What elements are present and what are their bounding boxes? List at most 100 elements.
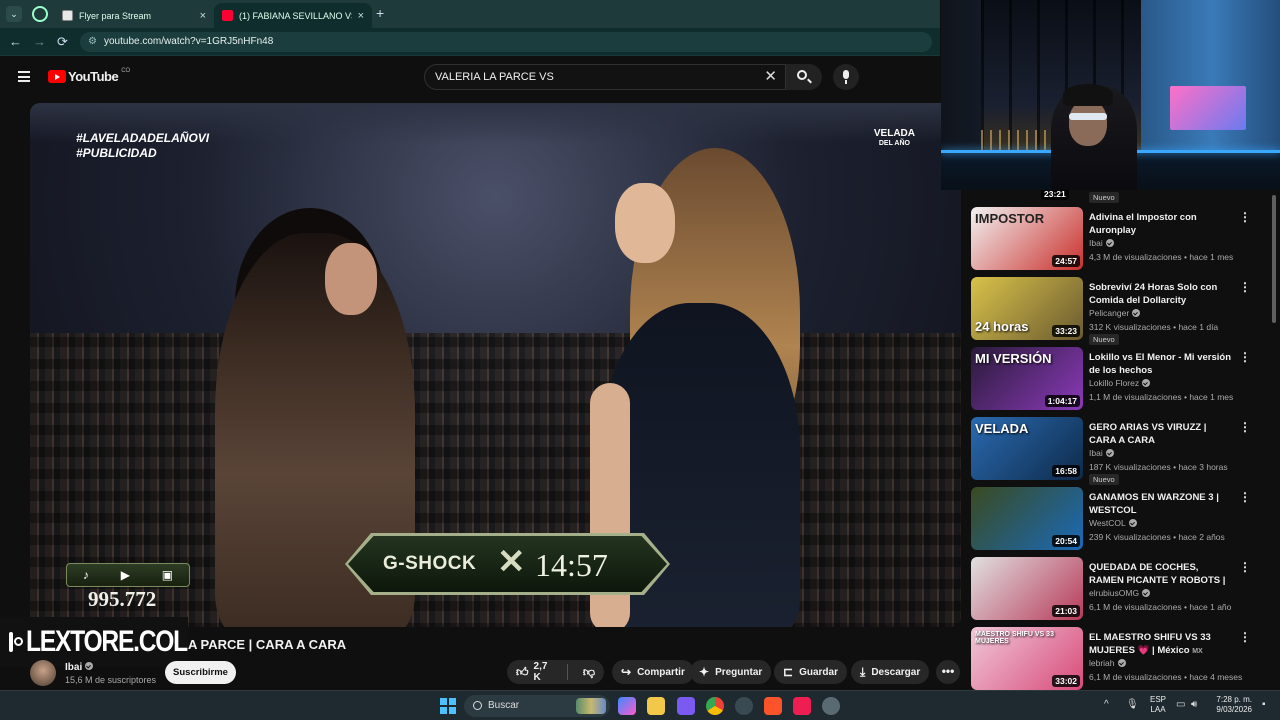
tab-flyer-para-stream[interactable]: Flyer para Stream ×: [54, 3, 214, 28]
tiktok-app-icon[interactable]: [793, 697, 811, 715]
tab-close-icon[interactable]: ×: [358, 10, 364, 22]
url-bar[interactable]: ⚙ youtube.com/watch?v=1GRJ5nHFn48: [80, 32, 932, 52]
search-button[interactable]: [786, 64, 822, 90]
list-item[interactable]: 24 horas 33:23 Sobreviví 24 Horas Solo con…: [971, 277, 1271, 345]
list-item[interactable]: 20:54 GANAMOS EN WARZONE 3 | WESTCOL WestC…: [971, 487, 1271, 553]
more-options-icon[interactable]: ⋮: [1239, 211, 1251, 225]
network-icon[interactable]: ▭: [1176, 699, 1185, 710]
thumbnail-text: MAESTRO SHIFU VS 33 MUJERES: [975, 631, 1054, 645]
channel-name[interactable]: Ibai: [1089, 448, 1114, 458]
sidebar-scrollbar[interactable]: [1272, 195, 1276, 323]
video-title[interactable]: Adivina el Impostor con Auronplay: [1089, 211, 1231, 237]
channel-name[interactable]: WestCOL: [1089, 518, 1137, 528]
ask-button[interactable]: ✦ Preguntar: [690, 660, 772, 684]
channel-name[interactable]: Ibai: [1089, 238, 1114, 248]
tab-youtube-active[interactable]: (1) FABIANA SEVILLANO VS LA ×: [214, 3, 372, 28]
verified-icon: [1117, 659, 1126, 667]
video-title[interactable]: QUEDADA DE COCHES, RAMEN PICANTE Y ROBOT…: [1089, 561, 1231, 587]
video-thumbnail[interactable]: VELADA 16:58: [971, 417, 1083, 480]
video-title[interactable]: GANAMOS EN WARZONE 3 | WESTCOL: [1089, 491, 1231, 517]
list-item[interactable]: VELADA 16:58 GERO ARIAS VS VIRUZZ | CARA A…: [971, 417, 1271, 485]
subscribe-button[interactable]: Suscribirme: [165, 661, 236, 684]
search-input[interactable]: VALERIA LA PARCE VS ✕: [424, 64, 786, 90]
partial-item-top[interactable]: 23:21 Nuevo: [971, 190, 1271, 204]
video-title[interactable]: GERO ARIAS VS VIRUZZ | CARA A CARA: [1089, 421, 1231, 447]
video-thumbnail[interactable]: 24 horas 33:23: [971, 277, 1083, 340]
video-meta: 4,3 M de visualizaciones • hace 1 mes: [1089, 252, 1234, 262]
chrome-icon[interactable]: [706, 697, 724, 715]
video-thumbnail[interactable]: MI VERSIÓN 1:04:17: [971, 347, 1083, 410]
view-count: 187 K visualizaciones: [1089, 462, 1171, 472]
video-thumbnail[interactable]: MAESTRO SHIFU VS 33 MUJERES 33:02: [971, 627, 1083, 690]
streamer-webcam: [941, 0, 1280, 190]
streamer-glasses: [1069, 113, 1107, 120]
save-button[interactable]: ⊏ Guardar: [774, 660, 847, 684]
more-options-icon[interactable]: ⋮: [1239, 491, 1251, 505]
start-button[interactable]: [440, 698, 456, 714]
menu-icon[interactable]: [18, 71, 30, 82]
notion-app-icon[interactable]: [677, 697, 695, 715]
microphone-icon[interactable]: 🎙︎: [1126, 699, 1139, 710]
download-button[interactable]: ⤓ Descargar: [851, 660, 930, 684]
view-count: 239 K visualizaciones: [1089, 532, 1171, 542]
share-button[interactable]: ↪ Compartir: [612, 660, 694, 684]
more-options-icon[interactable]: ⋮: [1239, 421, 1251, 435]
clock[interactable]: 7:28 p. m. 9/03/2026: [1212, 695, 1252, 715]
video-title[interactable]: EL MAESTRO SHIFU VS 33 MUJERES 💗 | Méxic…: [1089, 631, 1231, 657]
copilot-icon[interactable]: [618, 697, 636, 715]
channel-name[interactable]: Pelicanger: [1089, 308, 1141, 318]
video-player[interactable]: #LAVELADADELAÑOVI #PUBLICIDAD VELADA DEL…: [30, 103, 961, 627]
view-count: 312 K visualizaciones: [1089, 322, 1171, 332]
video-title[interactable]: Lokillo vs El Menor - Mi versión de los …: [1089, 351, 1231, 377]
language-indicator[interactable]: ESP LAA: [1150, 695, 1166, 715]
obs-icon[interactable]: [735, 697, 753, 715]
new-tab-button[interactable]: +: [376, 5, 384, 21]
back-icon[interactable]: ←: [9, 34, 22, 49]
video-title[interactable]: Sobreviví 24 Horas Solo con Comida del D…: [1089, 281, 1231, 307]
list-item[interactable]: MI VERSIÓN 1:04:17 Lokillo vs El Menor - M…: [971, 347, 1271, 413]
tab-search-dropdown-icon[interactable]: ⌄: [6, 6, 22, 22]
youtube-favicon-icon: [222, 10, 233, 21]
more-options-icon[interactable]: ⋮: [1239, 631, 1251, 645]
whatsapp-pinned-tab-icon[interactable]: [32, 6, 48, 22]
list-item[interactable]: 21:03 QUEDADA DE COCHES, RAMEN PICANTE Y …: [971, 557, 1271, 623]
like-button[interactable]: 👍︎ 2,7 K: [507, 660, 561, 684]
site-info-icon[interactable]: ⚙: [88, 32, 97, 52]
list-item[interactable]: IMPOSTOR 24:57 Adivina el Impostor con Aur…: [971, 207, 1271, 273]
channel-name[interactable]: elrubiusOMG: [1089, 588, 1151, 598]
more-actions-button[interactable]: •••: [936, 660, 960, 684]
video-thumbnail[interactable]: 20:54: [971, 487, 1083, 550]
brave-icon[interactable]: [764, 697, 782, 715]
video-title-text: Lokillo vs El Menor - Mi versión de los …: [1089, 352, 1231, 376]
channel-name[interactable]: lebriah: [1089, 658, 1126, 668]
channel-name[interactable]: Ibai: [65, 662, 94, 673]
chevron-up-icon[interactable]: ^: [1104, 699, 1109, 710]
forward-icon[interactable]: →: [33, 34, 46, 49]
video-thumbnail[interactable]: 21:03: [971, 557, 1083, 620]
video-duration: 23:21: [1041, 190, 1069, 200]
list-item[interactable]: MAESTRO SHIFU VS 33 MUJERES 33:02 EL MAEST…: [971, 627, 1271, 690]
notifications-icon[interactable]: ▪: [1262, 699, 1266, 710]
streamer-brand-overlay: LEXTORE.COL: [0, 617, 188, 667]
more-options-icon[interactable]: ⋮: [1239, 561, 1251, 575]
voice-search-mic-icon[interactable]: [833, 64, 859, 90]
taskbar-search[interactable]: Buscar: [464, 695, 610, 717]
clear-search-icon[interactable]: ✕: [764, 65, 777, 89]
youtube-logo[interactable]: YouTube CO: [48, 68, 130, 84]
taskbar-search-placeholder: Buscar: [488, 700, 520, 711]
more-options-icon[interactable]: ⋮: [1239, 281, 1251, 295]
reload-icon[interactable]: ⟳: [57, 34, 68, 50]
tab-close-icon[interactable]: ×: [200, 10, 206, 22]
file-explorer-icon[interactable]: [647, 697, 665, 715]
settings-gear-icon[interactable]: [822, 697, 840, 715]
channel-avatar[interactable]: [30, 660, 56, 686]
more-options-icon[interactable]: ⋮: [1239, 351, 1251, 365]
video-thumbnail[interactable]: IMPOSTOR 24:57: [971, 207, 1083, 270]
video-meta: 6,1 M de visualizaciones • hace 1 año: [1089, 602, 1232, 612]
youtube-play-icon: [48, 70, 66, 83]
view-count: 1,1 M de visualizaciones: [1089, 392, 1182, 402]
video-meta: 312 K visualizaciones • hace 1 día: [1089, 322, 1219, 332]
dislike-button[interactable]: 👎︎: [574, 660, 604, 684]
volume-icon[interactable]: 🔊︎: [1191, 699, 1197, 710]
channel-name[interactable]: Lokillo Florez: [1089, 378, 1151, 388]
